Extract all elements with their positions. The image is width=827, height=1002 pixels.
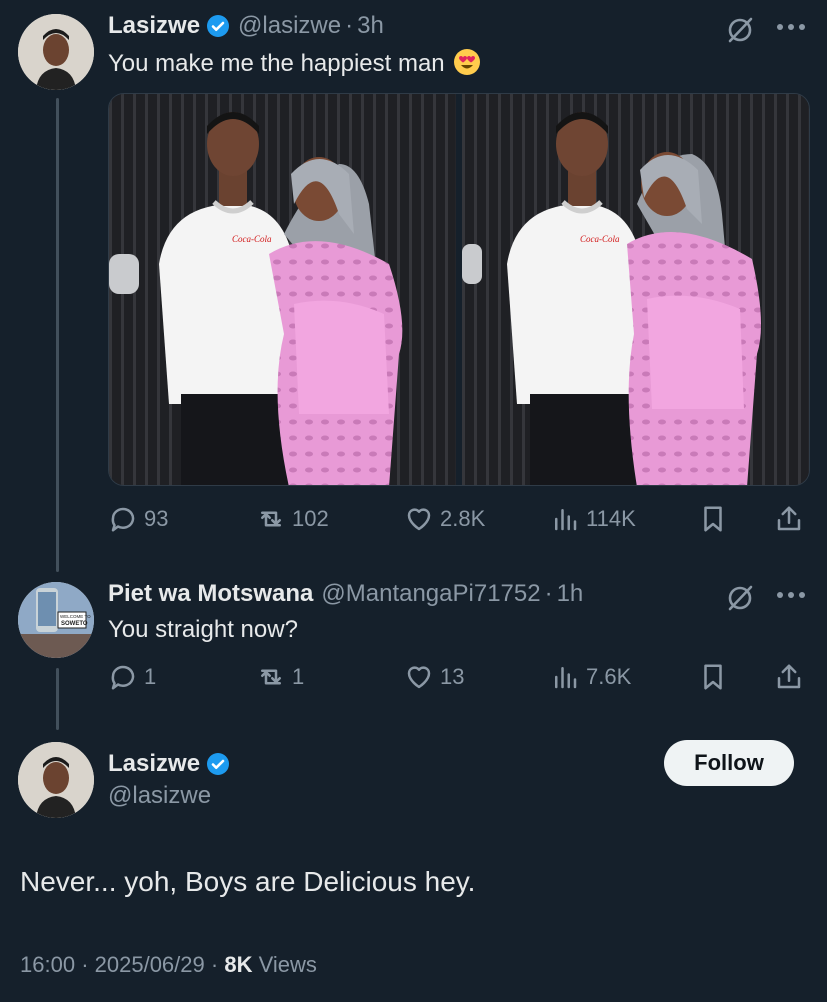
reply-icon (111, 507, 135, 532)
heart-icon (407, 508, 431, 531)
grok-icon[interactable] (724, 582, 756, 614)
views-button[interactable]: 114K (550, 504, 636, 534)
svg-text:SOWETO: SOWETO (61, 621, 88, 627)
timestamp[interactable]: 3h (357, 12, 384, 40)
avatar[interactable] (18, 14, 94, 90)
tweet-meta: 16:00 · 2025/06/29 · 8K Views (20, 952, 317, 978)
follow-button[interactable]: Follow (664, 740, 794, 786)
author-name[interactable]: Lasizwe (108, 12, 200, 40)
like-button[interactable]: 13 (404, 662, 464, 692)
reply-button[interactable]: 1 (108, 662, 156, 692)
share-icon (777, 664, 801, 689)
avatar[interactable] (18, 742, 94, 818)
author-handle[interactable]: @MantangaPi71752 (321, 580, 540, 608)
separator-dot: · (544, 580, 553, 607)
views-count: 114K (586, 506, 636, 531)
tweet-date[interactable]: 2025/06/29 (95, 952, 205, 977)
retweet-button[interactable]: 1 (256, 662, 304, 692)
author-name[interactable]: Piet wa Motswana (108, 580, 313, 608)
tweet-text: You straight now? (108, 616, 298, 643)
retweet-icon (261, 669, 281, 685)
reply-count: 93 (144, 506, 169, 531)
bookmark-button[interactable] (698, 662, 728, 692)
reply-icon (111, 665, 135, 690)
svg-text:Coca-Cola: Coca-Cola (232, 234, 272, 244)
views-count[interactable]: 8K (224, 952, 252, 977)
analytics-icon (555, 667, 577, 689)
tweet-text: Never... yoh, Boys are Delicious hey. (20, 866, 476, 897)
retweet-button[interactable]: 102 (256, 504, 329, 534)
separator-dot: · (345, 12, 354, 39)
author-handle[interactable]: @lasizwe (238, 12, 341, 40)
heart-eyes-emoji-icon (454, 49, 481, 75)
more-icon[interactable] (776, 22, 806, 32)
photo[interactable]: Coca-Cola (462, 94, 809, 485)
tweet-header: Lasizwe (108, 750, 230, 778)
reply-count: 1 (144, 664, 157, 689)
tweet-text: You make me the happiest man (108, 48, 481, 78)
more-icon[interactable] (776, 590, 806, 600)
thread-line (56, 98, 59, 572)
tweet-text-content: You make me the happiest man (108, 50, 445, 77)
bookmark-icon (704, 664, 722, 690)
share-icon (777, 506, 801, 531)
retweet-icon (261, 511, 281, 527)
like-count: 13 (440, 664, 465, 689)
verified-icon (207, 15, 230, 37)
views-label: Views (258, 952, 317, 977)
reply-button[interactable]: 93 (108, 504, 168, 534)
photo[interactable]: Coca-Cola (109, 94, 456, 485)
timestamp[interactable]: 1h (557, 580, 584, 608)
verified-icon (207, 753, 230, 775)
avatar[interactable]: WELCOME TO SOWETO (18, 582, 94, 658)
like-button[interactable]: 2.8K (404, 504, 485, 534)
tweet-actions: 93 102 2.8K 114K (108, 502, 808, 536)
tweet-header: Lasizwe @lasizwe · 3h (108, 12, 384, 40)
grok-icon[interactable] (724, 14, 756, 46)
svg-text:WELCOME TO: WELCOME TO (60, 614, 91, 619)
svg-text:Coca-Cola: Coca-Cola (580, 234, 620, 244)
tweet-time[interactable]: 16:00 (20, 952, 75, 977)
author-name[interactable]: Lasizwe (108, 750, 200, 778)
retweet-count: 1 (292, 664, 305, 689)
separator-dot: · (210, 952, 219, 977)
analytics-icon (555, 509, 577, 531)
share-button[interactable] (774, 504, 804, 534)
like-count: 2.8K (440, 506, 486, 531)
tweet-actions: 1 1 13 7.6K (108, 660, 808, 694)
author-handle[interactable]: @lasizwe (108, 782, 211, 810)
retweet-count: 102 (292, 506, 329, 531)
share-button[interactable] (774, 662, 804, 692)
heart-icon (407, 666, 431, 689)
media-grid: Coca-Cola Coca-Cola (108, 93, 810, 486)
separator-dot: · (81, 952, 89, 977)
views-button[interactable]: 7.6K (550, 662, 631, 692)
bookmark-button[interactable] (698, 504, 728, 534)
views-count: 7.6K (586, 664, 632, 689)
tweet-header: Piet wa Motswana @MantangaPi71752 · 1h (108, 580, 583, 608)
bookmark-icon (704, 506, 722, 532)
thread-line (56, 668, 59, 730)
